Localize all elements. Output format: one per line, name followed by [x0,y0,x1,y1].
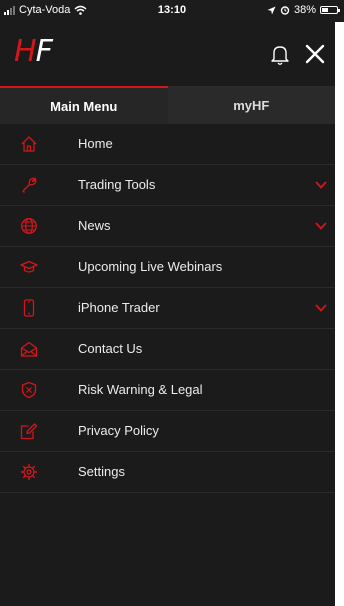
shield-warning-icon [21,381,37,399]
menu-item-upcoming-live-webinars[interactable]: Upcoming Live Webinars [0,247,335,288]
wrench-icon [22,177,37,193]
battery-icon [320,6,340,14]
tab-main-menu[interactable]: Main Menu [0,86,168,124]
menu-item-label: Trading Tools [78,177,156,192]
chevron-down-icon[interactable] [315,304,327,312]
envelope-open-icon [20,341,38,357]
menu-item-label: Risk Warning & Legal [78,382,203,397]
phone-screen: Cyta-Voda 13:10 38% HF Main Menu myHF Ho… [0,0,344,606]
edit-document-icon [20,423,38,440]
status-right: 38% [267,4,340,16]
menu-item-label: News [78,218,111,233]
menu-item-trading-tools[interactable]: Trading Tools [0,165,335,206]
battery-percent: 38% [293,4,316,16]
menu-item-iphone-trader[interactable]: iPhone Trader [0,288,335,329]
menu-tabs: Main Menu myHF [0,86,335,124]
menu-item-label: Upcoming Live Webinars [78,259,223,274]
phone-icon [23,299,35,317]
tab-myhf[interactable]: myHF [167,86,335,124]
home-icon [21,136,37,152]
globe-icon [21,218,37,234]
bell-icon[interactable] [270,44,290,66]
menu-item-label: Settings [78,464,125,479]
logo-letter-h: H [14,34,37,69]
side-menu-drawer: HF Main Menu myHF Home Trading Tools New… [0,22,335,606]
menu-item-label: Privacy Policy [78,423,159,438]
chevron-down-icon[interactable] [315,222,327,230]
main-menu-list: Home Trading Tools News Upcoming Live We… [0,124,335,493]
close-icon[interactable] [303,42,327,66]
gear-icon [21,464,37,480]
menu-item-privacy-policy[interactable]: Privacy Policy [0,411,335,452]
menu-item-risk-warning-legal[interactable]: Risk Warning & Legal [0,370,335,411]
logo-letter-f: F [35,34,53,69]
menu-item-label: Home [78,136,113,151]
menu-item-news[interactable]: News [0,206,335,247]
alarm-icon [280,6,290,15]
menu-item-contact-us[interactable]: Contact Us [0,329,335,370]
graduation-cap-icon [20,260,38,273]
menu-item-home[interactable]: Home [0,124,335,165]
location-arrow-icon [267,6,276,14]
status-bar: Cyta-Voda 13:10 38% [0,0,344,22]
menu-item-label: Contact Us [78,341,143,356]
menu-item-label: iPhone Trader [78,300,160,315]
menu-item-settings[interactable]: Settings [0,452,335,493]
chevron-down-icon[interactable] [315,181,327,189]
menu-header: HF [0,22,335,86]
hf-logo[interactable]: HF [14,34,53,69]
